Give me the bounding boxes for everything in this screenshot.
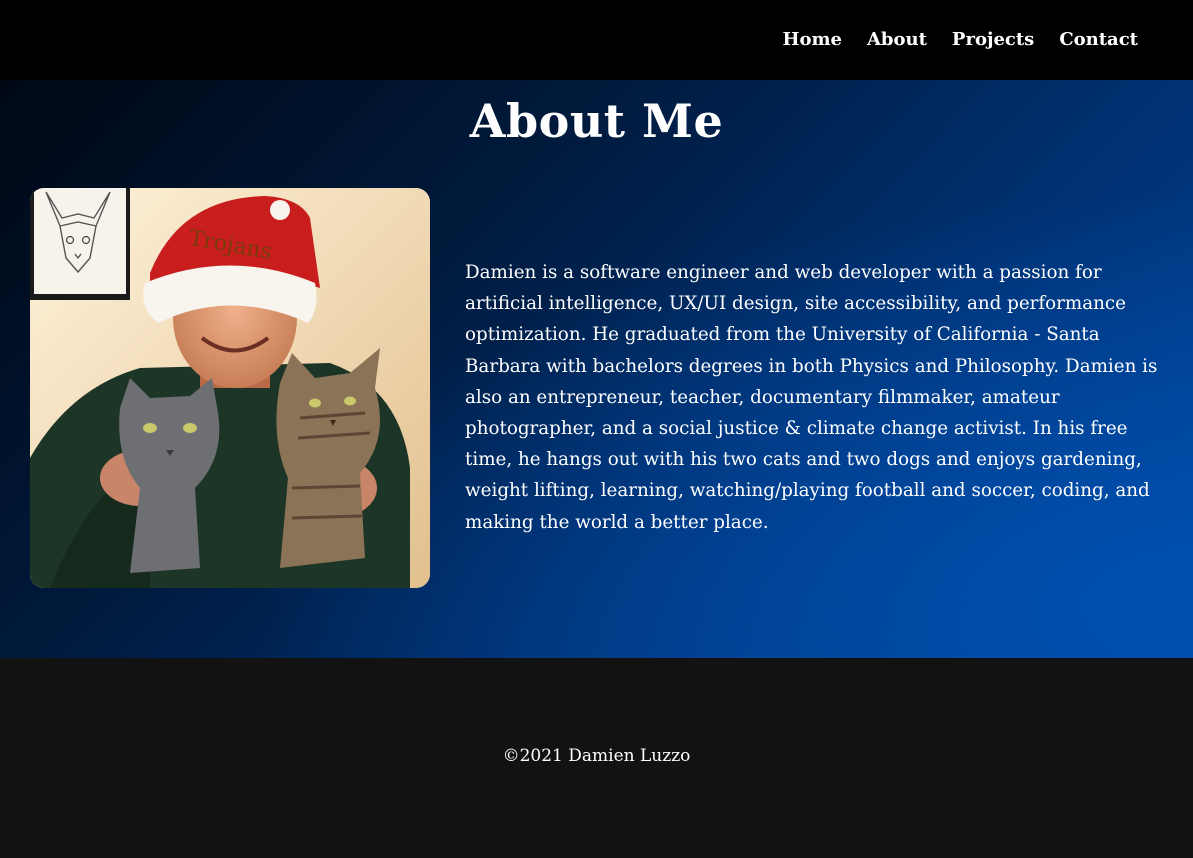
profile-photo-illustration: Trojans <box>30 188 430 588</box>
bio-text: Damien is a software engineer and web de… <box>465 262 1158 533</box>
about-section: About Me Trojans Damien is a software en… <box>0 80 1193 658</box>
copyright-text: ©2021 Damien Luzzo <box>502 746 691 766</box>
nav-link-about[interactable]: About <box>867 29 927 50</box>
page-title: About Me <box>469 94 724 148</box>
fox-drawing <box>30 188 130 300</box>
page-footer: ©2021 Damien Luzzo <box>0 658 1193 858</box>
nav-link-home[interactable]: Home <box>782 29 842 50</box>
profile-photo: Trojans <box>30 188 430 588</box>
nav-link-contact[interactable]: Contact <box>1059 29 1138 50</box>
nav-link-projects[interactable]: Projects <box>952 29 1034 50</box>
top-navbar: Home About Projects Contact <box>0 0 1193 80</box>
nav-links: Home About Projects Contact <box>782 29 1138 50</box>
